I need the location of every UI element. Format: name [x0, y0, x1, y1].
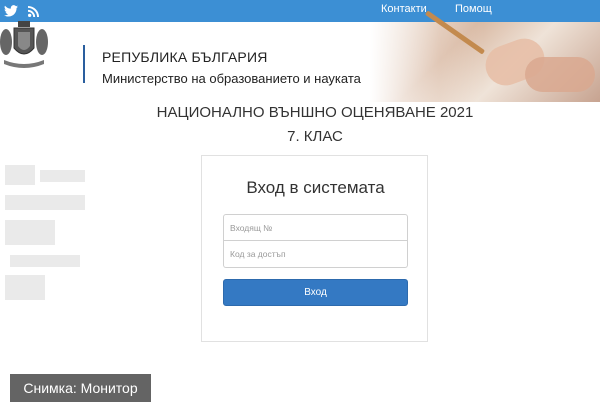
login-heading: Вход в системата [246, 178, 385, 197]
header-divider [83, 45, 85, 83]
header-photo [370, 10, 600, 102]
header-title: РЕПУБЛИКА БЪЛГАРИЯ [102, 49, 268, 65]
header [0, 10, 600, 102]
incoming-number-input[interactable] [223, 214, 408, 241]
exam-title: НАЦИОНАЛНО ВЪНШНО ОЦЕНЯВАНЕ 2021 [156, 104, 474, 121]
contacts-link[interactable]: Контакти [381, 3, 427, 15]
rss-icon[interactable] [28, 5, 39, 17]
photo-credit: Снимка: Монитор [10, 374, 151, 402]
background-pattern [5, 165, 85, 300]
twitter-icon[interactable] [4, 5, 18, 17]
top-bar: Контакти Помощ [0, 0, 600, 22]
help-link[interactable]: Помощ [455, 3, 492, 15]
access-code-input[interactable] [223, 241, 408, 268]
coat-of-arms-icon [0, 21, 48, 68]
exam-grade: 7. КЛАС [287, 128, 343, 145]
login-button[interactable]: Вход [223, 279, 408, 306]
header-subtitle: Министерство на образованието и науката [102, 71, 361, 86]
login-panel: Вход в системата Вход [201, 155, 428, 342]
